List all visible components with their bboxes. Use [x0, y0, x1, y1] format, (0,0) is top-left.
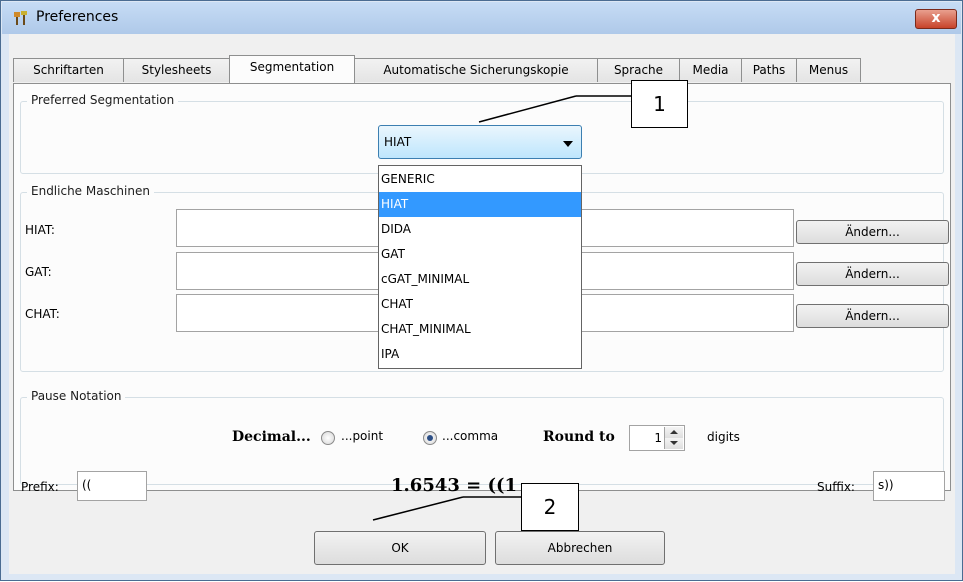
callout-1: 1 [631, 80, 688, 128]
callout-2-line [372, 496, 464, 521]
callout-2: 2 [521, 483, 579, 531]
callout-lines [372, 95, 631, 521]
callout-1-line [478, 95, 577, 123]
preferences-window: Preferences x Schriftarten Stylesheets S… [0, 0, 963, 581]
